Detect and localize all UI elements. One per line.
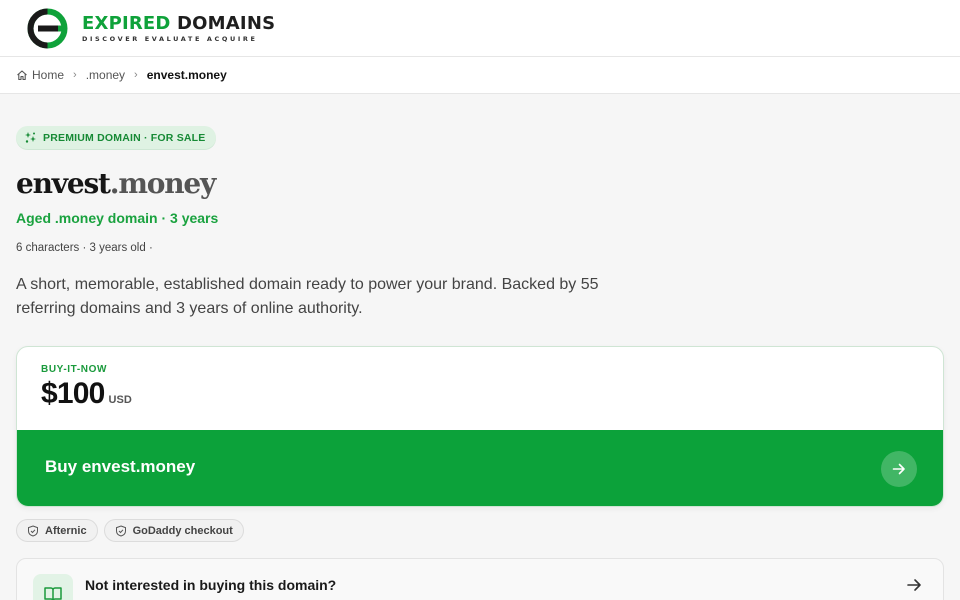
logo-text: EXPIRED DOMAINS DISCOVER EVALUATE ACQUIR…	[82, 14, 275, 44]
buy-button[interactable]: Buy envest.money	[17, 430, 943, 506]
chevron-right-icon: ›	[134, 69, 138, 81]
not-interested-label: Not interested in buying this domain?	[85, 577, 337, 593]
price-card: BUY-IT-NOW $100 USD Buy envest.money	[16, 346, 944, 507]
badge-label: PREMIUM DOMAIN · FOR SALE	[43, 131, 206, 144]
sparkle-icon	[25, 132, 36, 143]
domain-subtitle: Aged .money domain · 3 years	[16, 210, 219, 226]
breadcrumb: Home › .money › envest.money	[0, 57, 960, 94]
shield-icon	[115, 524, 126, 537]
shield-icon	[28, 524, 38, 537]
site-logo[interactable]: EXPIRED DOMAINS DISCOVER EVALUATE ACQUIR…	[24, 8, 275, 49]
logo-mark-icon	[27, 8, 68, 49]
logo-tagline: DISCOVER EVALUATE ACQUIRE	[82, 35, 258, 43]
price-label: BUY-IT-NOW	[41, 364, 107, 375]
domain-meta: 6 characters · 3 years old ·	[16, 242, 153, 254]
home-icon	[17, 70, 27, 81]
chevron-right-icon: ›	[73, 69, 77, 81]
logo-name: EXPIRED DOMAINS	[82, 14, 275, 34]
chip-afternic: Afternic	[16, 519, 98, 542]
logo-name-part2: DOMAINS	[177, 13, 276, 34]
breadcrumb-home-label: Home	[32, 68, 65, 82]
breadcrumb-tld[interactable]: .money	[86, 68, 125, 82]
chip-godaddy: GoDaddy checkout	[103, 519, 244, 542]
arrow-right-icon	[907, 579, 921, 591]
book-icon	[33, 574, 73, 600]
price-currency: USD	[108, 394, 132, 406]
trust-chips: Afternic GoDaddy checkout	[16, 519, 244, 542]
chip-label: Afternic	[45, 524, 87, 537]
domain-tld: .money	[109, 167, 217, 200]
not-interested-card[interactable]: Not interested in buying this domain?	[16, 558, 944, 600]
price-value: $100	[41, 377, 105, 410]
premium-badge: PREMIUM DOMAIN · FOR SALE	[16, 126, 216, 149]
domain-sld: envest	[16, 167, 111, 200]
price-display: $100 USD	[41, 377, 132, 411]
chip-label: GoDaddy checkout	[132, 524, 233, 537]
breadcrumb-current: envest.money	[146, 68, 227, 82]
breadcrumb-home[interactable]: Home	[16, 68, 64, 82]
domain-title: envest.money	[16, 166, 217, 202]
domain-description: A short, memorable, established domain r…	[16, 276, 599, 317]
arrow-right-icon	[881, 451, 917, 487]
buy-button-label: Buy envest.money	[45, 457, 196, 476]
site-header: EXPIRED DOMAINS DISCOVER EVALUATE ACQUIR…	[0, 0, 960, 57]
logo-name-part1: EXPIRED	[82, 13, 171, 34]
